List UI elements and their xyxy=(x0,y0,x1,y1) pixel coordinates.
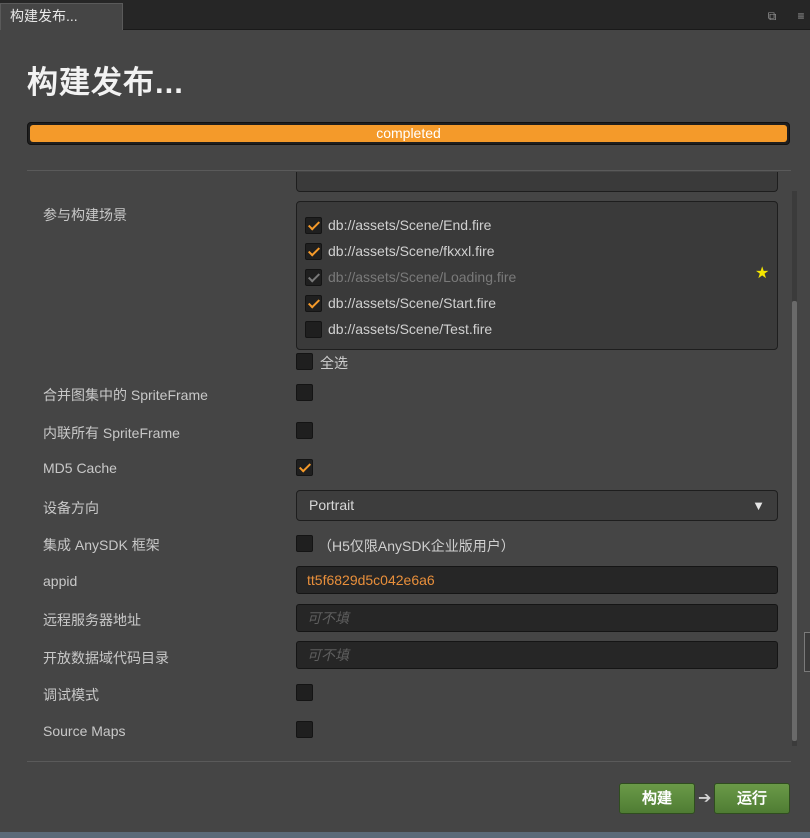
run-button[interactable]: 运行 xyxy=(714,783,790,814)
panel-menu-icon[interactable]: ≡ xyxy=(794,9,808,23)
remote-server-input[interactable] xyxy=(296,604,778,632)
scene-item[interactable]: db://assets/Scene/Start.fire xyxy=(305,293,496,313)
scene-path: db://assets/Scene/Start.fire xyxy=(328,295,497,311)
remote-server-label: 远程服务器地址 xyxy=(43,612,141,628)
build-button[interactable]: 构建 xyxy=(619,783,695,814)
anysdk-checkbox[interactable] xyxy=(296,535,313,552)
debug-mode-checkbox[interactable] xyxy=(296,684,313,701)
scenes-label: 参与构建场景 xyxy=(43,207,127,223)
orientation-value: Portrait xyxy=(309,497,355,513)
appid-input[interactable] xyxy=(296,566,778,594)
restore-window-icon[interactable]: ⧉ xyxy=(765,9,779,23)
scene-checkbox[interactable] xyxy=(305,320,322,338)
merge-spriteframe-checkbox[interactable] xyxy=(296,384,313,401)
resize-handle[interactable] xyxy=(804,632,810,672)
clipped-field-above[interactable] xyxy=(296,172,778,192)
inline-spriteframe-label: 内联所有 SpriteFrame xyxy=(43,425,180,441)
debug-mode-label: 调试模式 xyxy=(43,687,99,703)
source-maps-checkbox[interactable] xyxy=(296,721,313,738)
orientation-select[interactable]: Portrait ▼ xyxy=(296,490,778,521)
inline-spriteframe-checkbox[interactable] xyxy=(296,422,313,439)
select-all-checkbox[interactable] xyxy=(296,353,313,370)
scene-checkbox[interactable] xyxy=(305,294,322,312)
scene-path: db://assets/Scene/Test.fire xyxy=(328,321,493,337)
md5-cache-label: MD5 Cache xyxy=(43,460,117,476)
tab-bar: 构建发布... ⧉ ≡ xyxy=(0,0,810,30)
bottom-divider xyxy=(27,761,791,762)
scene-item[interactable]: db://assets/Scene/End.fire xyxy=(305,215,491,235)
scene-list: db://assets/Scene/End.fire db://assets/S… xyxy=(296,201,778,350)
top-divider xyxy=(27,170,791,171)
scene-path: db://assets/Scene/fkxxl.fire xyxy=(328,243,495,259)
build-progress-bar: completed xyxy=(27,122,790,145)
orientation-label: 设备方向 xyxy=(43,500,99,516)
scrollbar-thumb[interactable] xyxy=(792,301,797,741)
open-data-input[interactable] xyxy=(296,641,778,669)
scene-checkbox[interactable] xyxy=(305,216,322,234)
scene-item[interactable]: db://assets/Scene/Test.fire xyxy=(305,319,492,339)
scene-path: db://assets/Scene/End.fire xyxy=(328,217,492,233)
md5-cache-checkbox[interactable] xyxy=(296,459,313,476)
open-data-label: 开放数据域代码目录 xyxy=(43,650,169,666)
scene-path: db://assets/Scene/Loading.fire xyxy=(328,269,517,285)
page-title: 构建发布... xyxy=(27,65,184,100)
select-all-label: 全选 xyxy=(320,355,348,371)
tab-build-publish[interactable]: 构建发布... xyxy=(0,3,123,30)
scene-checkbox[interactable] xyxy=(305,242,322,260)
anysdk-note: （H5仅限AnySDK企业版用户） xyxy=(318,538,515,554)
anysdk-label: 集成 AnySDK 框架 xyxy=(43,537,160,553)
chevron-down-icon: ▼ xyxy=(752,498,765,513)
scene-checkbox xyxy=(305,268,322,286)
scrollbar[interactable] xyxy=(792,191,797,746)
merge-spriteframe-label: 合并图集中的 SpriteFrame xyxy=(43,387,208,403)
scene-item[interactable]: db://assets/Scene/fkxxl.fire xyxy=(305,241,495,261)
progress-status-text: completed xyxy=(376,125,441,141)
appid-label: appid xyxy=(43,573,78,589)
start-scene-star-icon[interactable]: ★ xyxy=(755,266,769,282)
arrow-right-icon: ➔ xyxy=(698,790,712,807)
source-maps-label: Source Maps xyxy=(43,723,126,739)
taskbar-strip xyxy=(0,832,810,838)
scene-item: db://assets/Scene/Loading.fire xyxy=(305,267,516,287)
